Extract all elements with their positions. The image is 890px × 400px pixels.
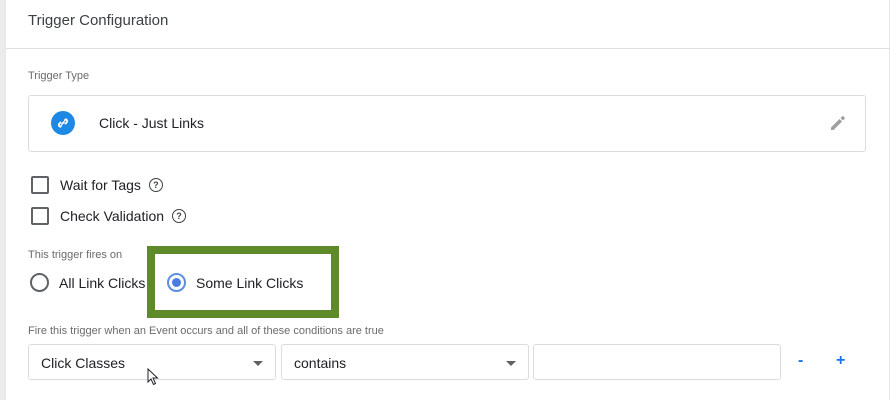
card-header: Trigger Configuration xyxy=(6,0,889,49)
trigger-type-label: Trigger Type xyxy=(28,70,90,82)
wait-for-tags-label: Wait for Tags xyxy=(60,177,141,193)
condition-value-input[interactable] xyxy=(533,344,781,380)
conditions-label: Fire this trigger when an Event occurs a… xyxy=(28,325,384,337)
highlight-box xyxy=(147,246,339,318)
add-condition-button[interactable]: + xyxy=(836,352,845,370)
caret-down-icon xyxy=(506,361,516,366)
operator-dropdown-value: contains xyxy=(294,355,347,371)
check-validation-checkbox[interactable] xyxy=(31,207,49,225)
all-link-clicks-label: All Link Clicks xyxy=(59,274,146,291)
mouse-cursor-icon xyxy=(147,367,159,391)
variable-dropdown-value: Click Classes xyxy=(41,355,126,371)
all-link-clicks-option: All Link Clicks xyxy=(30,273,145,292)
card-title: Trigger Configuration xyxy=(28,12,169,29)
trigger-configuration-card: Trigger Configuration Trigger Type Click… xyxy=(5,0,890,400)
wait-for-tags-option: Wait for Tags ? xyxy=(31,175,163,195)
trigger-type-selector[interactable]: Click - Just Links xyxy=(28,95,866,152)
help-icon[interactable]: ? xyxy=(148,178,163,192)
fires-on-label: This trigger fires on xyxy=(28,249,123,261)
trigger-type-name: Click - Just Links xyxy=(99,115,205,131)
wait-for-tags-checkbox[interactable] xyxy=(31,176,49,194)
caret-down-icon xyxy=(253,361,263,366)
operator-dropdown[interactable]: contains xyxy=(281,344,529,380)
check-validation-label: Check Validation xyxy=(60,208,165,224)
help-icon[interactable]: ? xyxy=(172,209,187,223)
check-validation-option: Check Validation ? xyxy=(31,206,187,226)
all-link-clicks-radio[interactable] xyxy=(30,273,49,292)
remove-condition-button[interactable]: - xyxy=(798,352,803,370)
link-icon xyxy=(51,111,75,135)
pencil-icon[interactable] xyxy=(829,114,847,132)
